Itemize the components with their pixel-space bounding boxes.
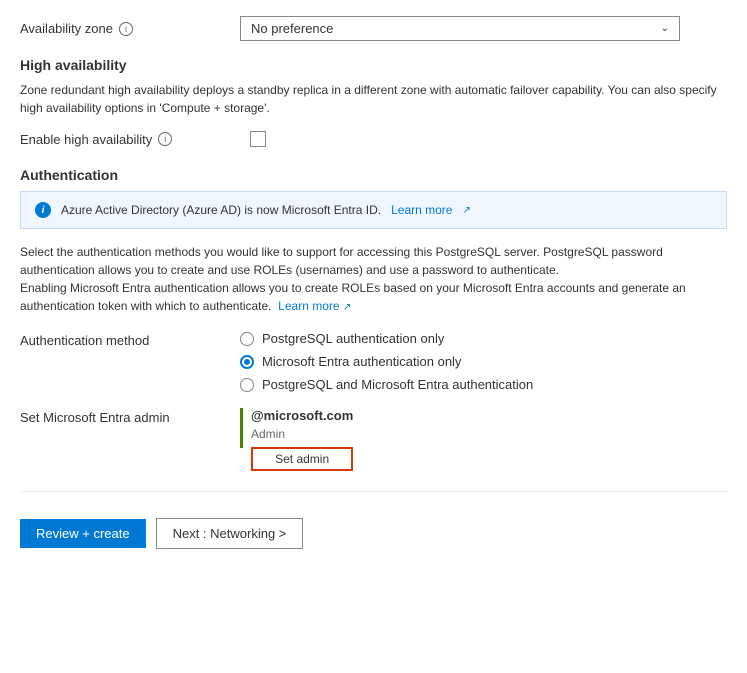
high-availability-heading: High availability xyxy=(20,57,727,73)
entra-info-banner: i Azure Active Directory (Azure AD) is n… xyxy=(20,191,727,229)
authentication-section: Authentication i Azure Active Directory … xyxy=(20,167,727,471)
external-link-icon: ↗ xyxy=(462,205,470,216)
auth-method-label: Authentication method xyxy=(20,331,240,348)
auth-desc-line2: Enabling Microsoft Entra authentication … xyxy=(20,281,686,313)
radio-both-circle xyxy=(240,378,254,392)
availability-zone-label-col: Availability zone i xyxy=(20,21,240,36)
banner-text: Azure Active Directory (Azure AD) is now… xyxy=(61,203,381,217)
enable-ha-checkbox[interactable] xyxy=(250,131,266,147)
auth-learn-more-link[interactable]: Learn more xyxy=(278,299,339,313)
next-networking-button[interactable]: Next : Networking > xyxy=(156,518,304,549)
info-icon: i xyxy=(35,202,51,218)
entra-admin-left-bar xyxy=(240,408,243,448)
enable-ha-row: Enable high availability i xyxy=(20,131,727,147)
high-availability-section: High availability Zone redundant high av… xyxy=(20,57,727,147)
footer-divider xyxy=(20,491,727,492)
auth-external-link-icon: ↗ xyxy=(343,302,351,313)
radio-both[interactable]: PostgreSQL and Microsoft Entra authentic… xyxy=(240,377,533,392)
availability-zone-value: No preference xyxy=(251,21,333,36)
radio-postgresql-only-circle xyxy=(240,332,254,346)
availability-zone-dropdown[interactable]: No preference ⌄ xyxy=(240,16,680,41)
availability-zone-info-icon[interactable]: i xyxy=(119,22,133,36)
high-availability-description: Zone redundant high availability deploys… xyxy=(20,81,727,117)
entra-admin-content: @microsoft.com Admin Set admin xyxy=(251,408,353,471)
radio-postgresql-only[interactable]: PostgreSQL authentication only xyxy=(240,331,533,346)
entra-admin-inner: @microsoft.com Admin Set admin xyxy=(240,408,353,471)
radio-entra-only[interactable]: Microsoft Entra authentication only xyxy=(240,354,533,369)
availability-zone-row: Availability zone i No preference ⌄ xyxy=(20,16,727,41)
review-create-button[interactable]: Review + create xyxy=(20,519,146,548)
auth-method-options: PostgreSQL authentication only Microsoft… xyxy=(240,331,533,392)
banner-learn-more-link[interactable]: Learn more xyxy=(391,203,452,217)
enable-ha-label: Enable high availability xyxy=(20,132,152,147)
enable-ha-info-icon[interactable]: i xyxy=(158,132,172,146)
radio-both-label: PostgreSQL and Microsoft Entra authentic… xyxy=(262,377,533,392)
radio-entra-only-circle xyxy=(240,355,254,369)
chevron-down-icon: ⌄ xyxy=(661,23,669,34)
set-admin-button[interactable]: Set admin xyxy=(251,447,353,471)
enable-ha-label-col: Enable high availability i xyxy=(20,132,240,147)
availability-zone-label: Availability zone xyxy=(20,21,113,36)
auth-method-row: Authentication method PostgreSQL authent… xyxy=(20,331,727,392)
entra-admin-email: @microsoft.com xyxy=(251,408,353,423)
entra-admin-label: Set Microsoft Entra admin xyxy=(20,408,240,425)
authentication-heading: Authentication xyxy=(20,167,727,183)
entra-admin-row: Set Microsoft Entra admin @microsoft.com… xyxy=(20,408,727,471)
radio-postgresql-only-label: PostgreSQL authentication only xyxy=(262,331,444,346)
auth-desc-line1: Select the authentication methods you wo… xyxy=(20,245,663,277)
entra-admin-sublabel: Admin xyxy=(251,427,353,441)
footer-buttons: Review + create Next : Networking > xyxy=(20,508,727,549)
page-container: Availability zone i No preference ⌄ High… xyxy=(0,0,747,569)
radio-entra-only-label: Microsoft Entra authentication only xyxy=(262,354,461,369)
auth-description: Select the authentication methods you wo… xyxy=(20,243,727,315)
